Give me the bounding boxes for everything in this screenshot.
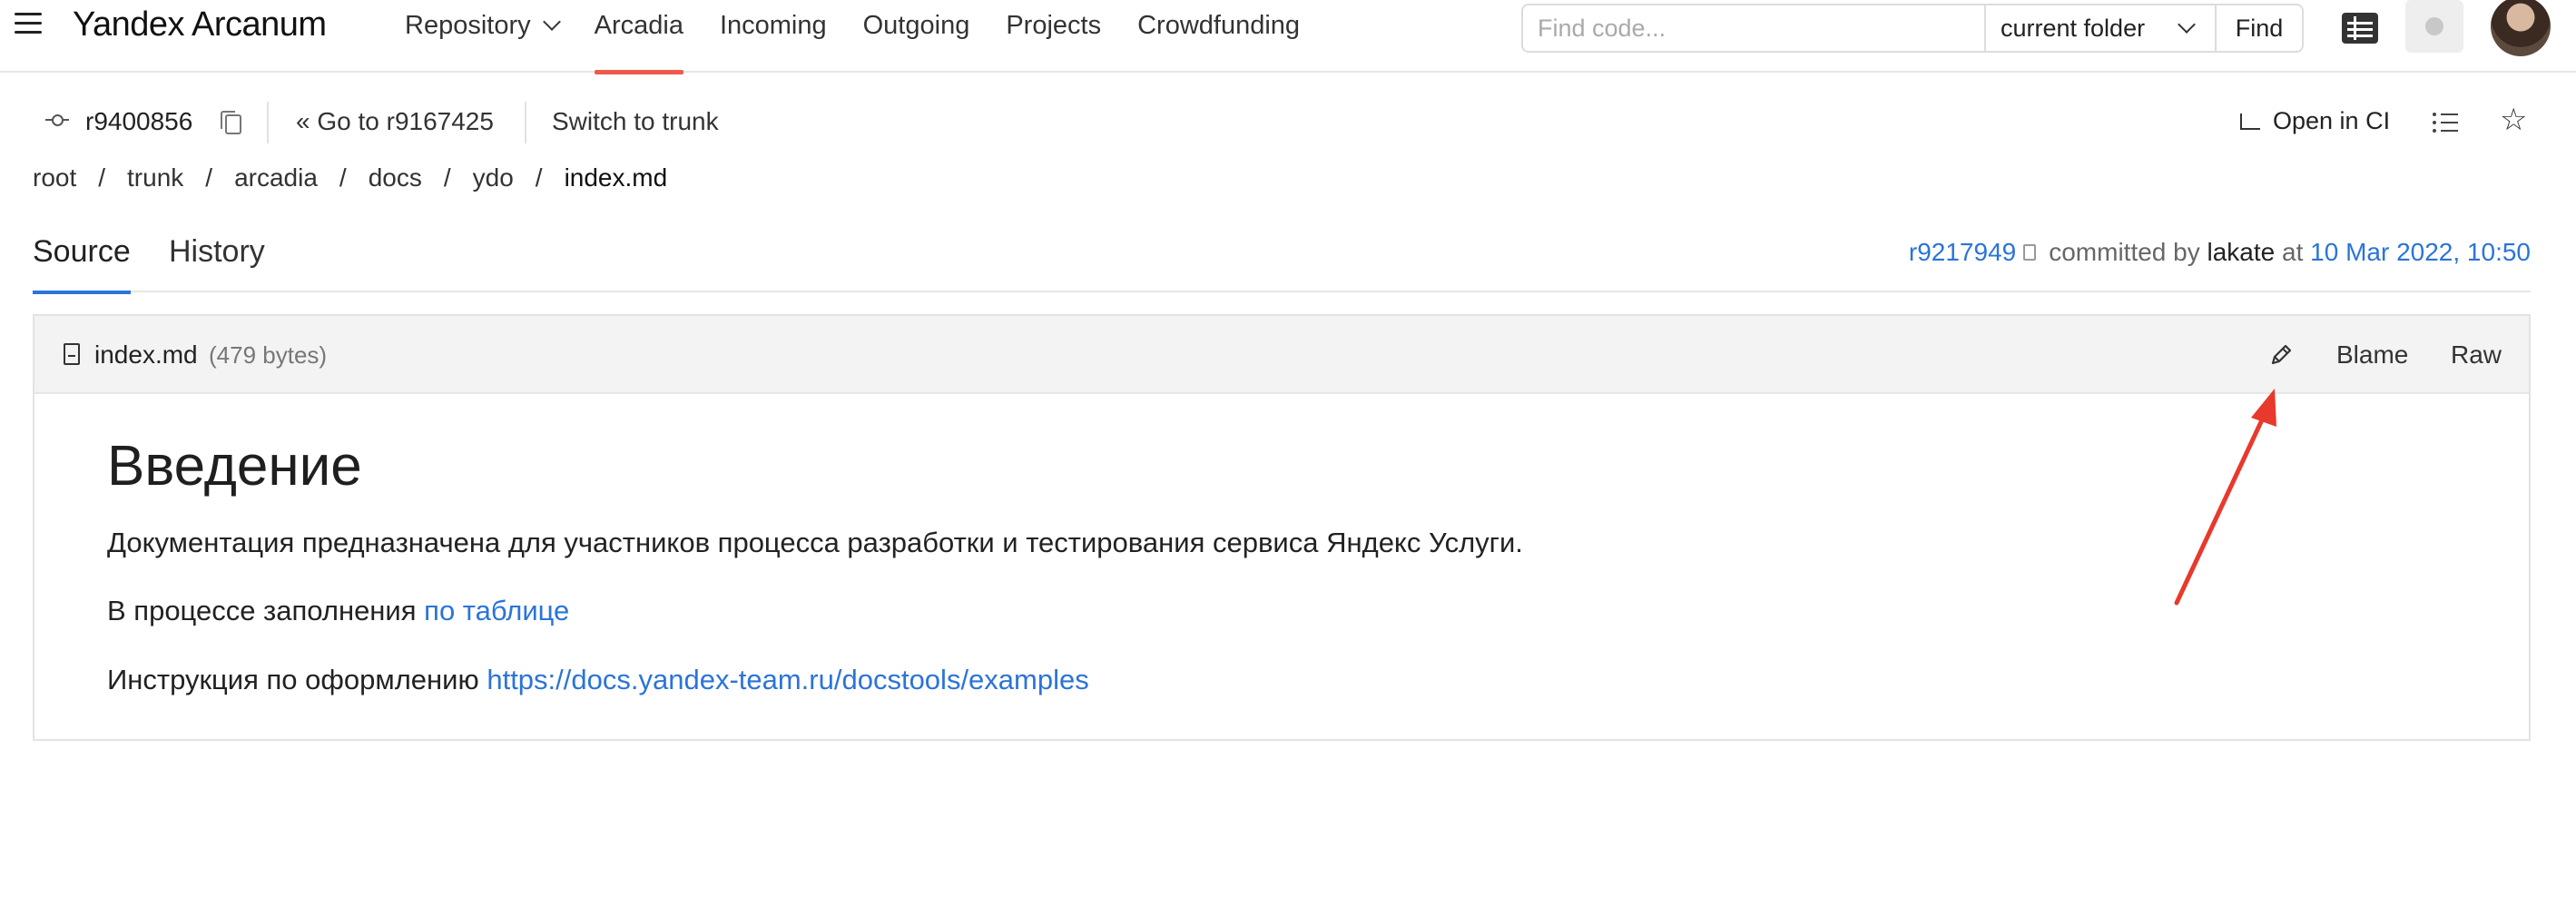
file-tabs: Source History r9217949 committed by lak… — [33, 234, 2531, 294]
blame-button[interactable]: Blame — [2336, 340, 2408, 370]
breadcrumb-separator: / — [443, 163, 451, 192]
search-scope-value: current folder — [2001, 15, 2146, 42]
double-chevron-left-icon: « — [296, 107, 310, 135]
divider — [267, 102, 269, 143]
nav-repository[interactable]: Repository — [405, 0, 561, 73]
rendered-markdown: Введение Документация предназначена для … — [107, 434, 2376, 731]
tab-source[interactable]: Source — [33, 234, 131, 294]
doc-heading: Введение — [107, 435, 362, 498]
check-icon — [2425, 17, 2443, 35]
find-button[interactable]: Find — [2215, 5, 2302, 51]
search-scope-select[interactable]: current folder — [1984, 5, 2215, 51]
file-icon — [64, 343, 80, 365]
goto-revision-button[interactable]: « Go to r9167425 — [296, 107, 494, 136]
breadcrumb-separator: / — [98, 163, 106, 192]
copy-icon[interactable] — [221, 111, 241, 134]
nav-projects[interactable]: Projects — [1006, 0, 1101, 73]
chevron-down-icon — [2178, 15, 2196, 34]
app-logo[interactable]: Yandex Arcanum — [73, 5, 327, 44]
last-commit-info: r9217949 committed by lakate at 10 Mar 2… — [1909, 238, 2531, 267]
list-icon[interactable] — [2433, 113, 2458, 133]
breadcrumb-separator: / — [339, 163, 347, 192]
commit-icon — [45, 111, 69, 129]
breadcrumb-separator: / — [535, 163, 543, 192]
breadcrumb-root[interactable]: root — [33, 163, 76, 192]
pencil-icon[interactable] — [2267, 341, 2295, 369]
nav-incoming[interactable]: Incoming — [720, 0, 827, 73]
breadcrumb: root / trunk / arcadia / docs / ydo / in… — [33, 163, 667, 192]
doc-paragraph: Документация предназначена для участнико… — [107, 527, 1523, 559]
nav-arcadia[interactable]: Arcadia — [594, 0, 684, 74]
nav-repository-label: Repository — [405, 11, 531, 40]
breadcrumb-separator: / — [205, 163, 213, 192]
breadcrumb-current-file: index.md — [564, 163, 668, 192]
committed-by-label: committed by — [2049, 238, 2200, 266]
top-bar: Yandex Arcanum Repository Arcadia Incomi… — [0, 0, 2576, 74]
star-icon[interactable]: ☆ — [2500, 102, 2527, 138]
tab-history[interactable]: History — [169, 234, 265, 292]
file-header: index.md (479 bytes) Blame Raw — [34, 316, 2529, 394]
raw-button[interactable]: Raw — [2451, 340, 2502, 370]
doc-paragraph-text: Инструкция по оформлению — [107, 663, 487, 695]
file-viewer: index.md (479 bytes) Blame Raw Введение … — [33, 314, 2531, 741]
divider — [525, 102, 526, 143]
main-nav: Repository Arcadia Incoming Outgoing Pro… — [405, 0, 1336, 74]
breadcrumb-trunk[interactable]: trunk — [127, 163, 183, 192]
nav-crowdfunding[interactable]: Crowdfunding — [1137, 0, 1300, 73]
commit-revision-link[interactable]: r9217949 — [1909, 238, 2016, 267]
user-avatar[interactable] — [2491, 0, 2551, 56]
commit-author[interactable]: lakate — [2207, 238, 2276, 267]
file-size: (479 bytes) — [209, 341, 328, 369]
nav-outgoing[interactable]: Outgoing — [863, 0, 970, 73]
breadcrumb-ydo[interactable]: ydo — [473, 163, 514, 192]
goto-revision-label: Go to r9167425 — [317, 107, 494, 135]
revision-id: r9400856 — [85, 107, 193, 135]
docs-examples-link[interactable]: https://docs.yandex-team.ru/docstools/ex… — [487, 664, 1088, 695]
status-button[interactable] — [2405, 0, 2463, 53]
doc-paragraph: В процессе заполнения по таблице — [107, 594, 2376, 627]
chevron-down-icon — [542, 13, 561, 31]
code-search: current folder Find — [1521, 4, 2304, 53]
open-in-ci-button[interactable]: Open in CI — [2240, 107, 2390, 135]
table-icon[interactable] — [2342, 13, 2378, 44]
breadcrumb-arcadia[interactable]: arcadia — [234, 163, 318, 192]
file-name: index.md — [94, 340, 198, 369]
open-in-ci-label: Open in CI — [2273, 107, 2391, 134]
commit-date-link[interactable]: 10 Mar 2022, 10:50 — [2310, 238, 2531, 267]
chart-icon — [2240, 113, 2260, 130]
copy-icon[interactable] — [2023, 244, 2037, 261]
switch-to-trunk-button[interactable]: Switch to trunk — [552, 107, 719, 136]
table-link[interactable]: по таблице — [424, 595, 569, 626]
breadcrumb-docs[interactable]: docs — [369, 163, 422, 192]
doc-paragraph: Инструкция по оформлению https://docs.ya… — [107, 663, 2376, 696]
search-input[interactable] — [1523, 5, 1984, 51]
doc-paragraph-text: В процессе заполнения — [107, 595, 425, 627]
revision-bar: r9400856 « Go to r9167425 Switch to trun… — [33, 100, 2538, 143]
menu-icon[interactable] — [15, 13, 44, 40]
at-label: at — [2282, 238, 2304, 266]
